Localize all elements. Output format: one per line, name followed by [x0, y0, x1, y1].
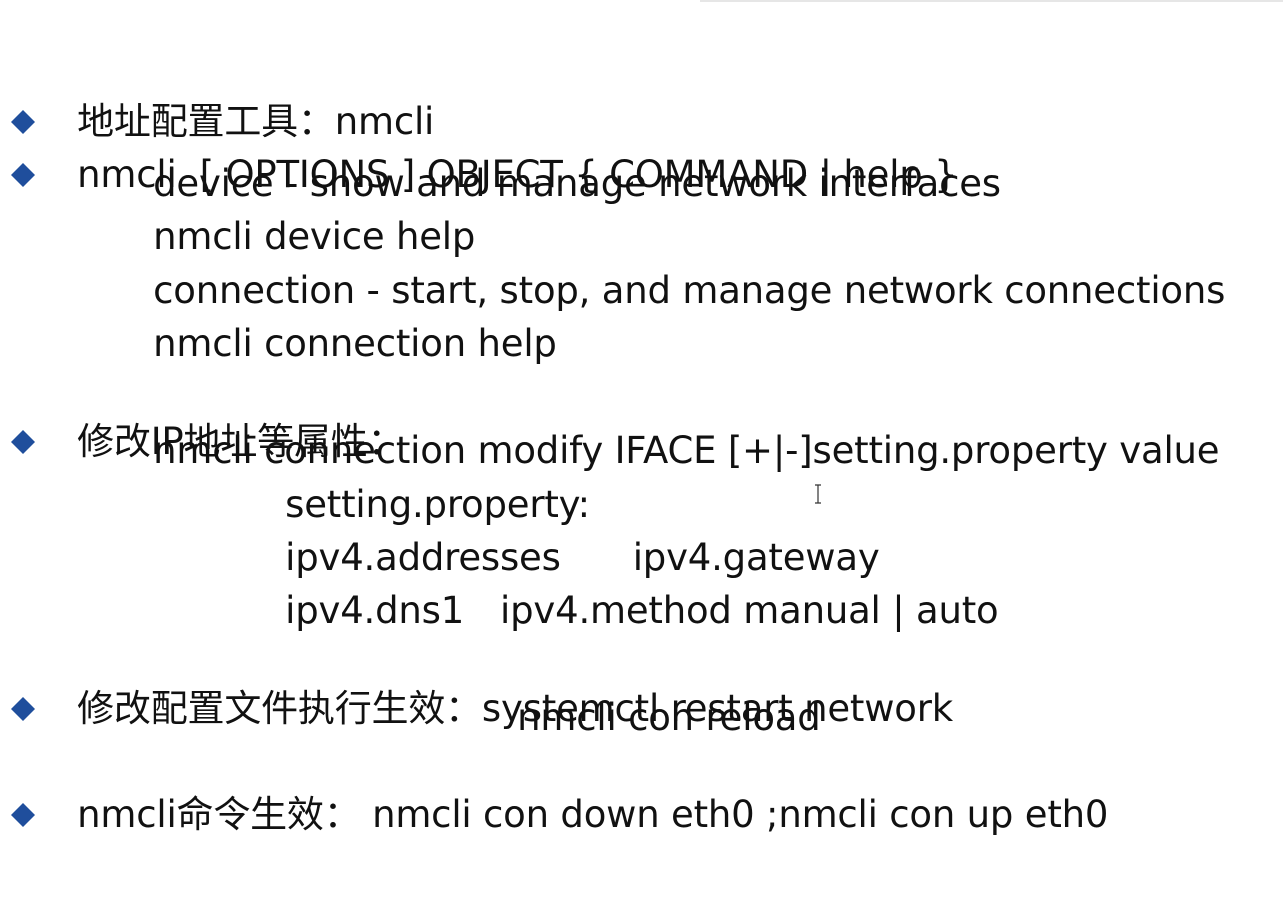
diamond-bullet-icon	[10, 608, 36, 721]
text-cursor-icon	[813, 484, 823, 504]
slide-line: 修改IP地址等属性：	[0, 332, 405, 463]
diamond-bullet-icon	[10, 21, 36, 134]
slide-line: nmcli命令生效： nmcli con down eth0 ;nmcli co…	[0, 705, 1108, 836]
slide-line: connection - start, stop, and manage net…	[0, 225, 1225, 312]
slide-line: device - show and manage network interfa…	[0, 118, 1001, 205]
slide-line: ipv4.dns1 ipv4.method manual | auto	[0, 545, 999, 632]
slide-line: 地址配置工具：nmcli	[0, 12, 434, 143]
line-text: nmcli命令生效： nmcli con down eth0 ;nmcli co…	[77, 793, 1109, 836]
slide-line: nmcli device help	[0, 171, 475, 258]
slide-line: setting.property:	[0, 439, 590, 526]
slide-line: nmcli [ OPTIONS ] OBJECT { COMMAND | hel…	[0, 65, 958, 196]
top-divider	[700, 0, 1283, 2]
slide-line: nmcli con reload	[0, 652, 821, 739]
slide-line: nmcli connection modify IFACE [+|-]setti…	[0, 385, 1219, 472]
diamond-bullet-icon	[10, 341, 36, 454]
slide-line: 修改配置文件执行生效：systemctl restart network	[0, 599, 953, 730]
slide-line: nmcli connection help	[0, 278, 557, 365]
diamond-bullet-icon	[10, 74, 36, 187]
diamond-bullet-icon	[10, 714, 36, 827]
slide-line: ipv4.addresses ipv4.gateway	[0, 492, 880, 579]
